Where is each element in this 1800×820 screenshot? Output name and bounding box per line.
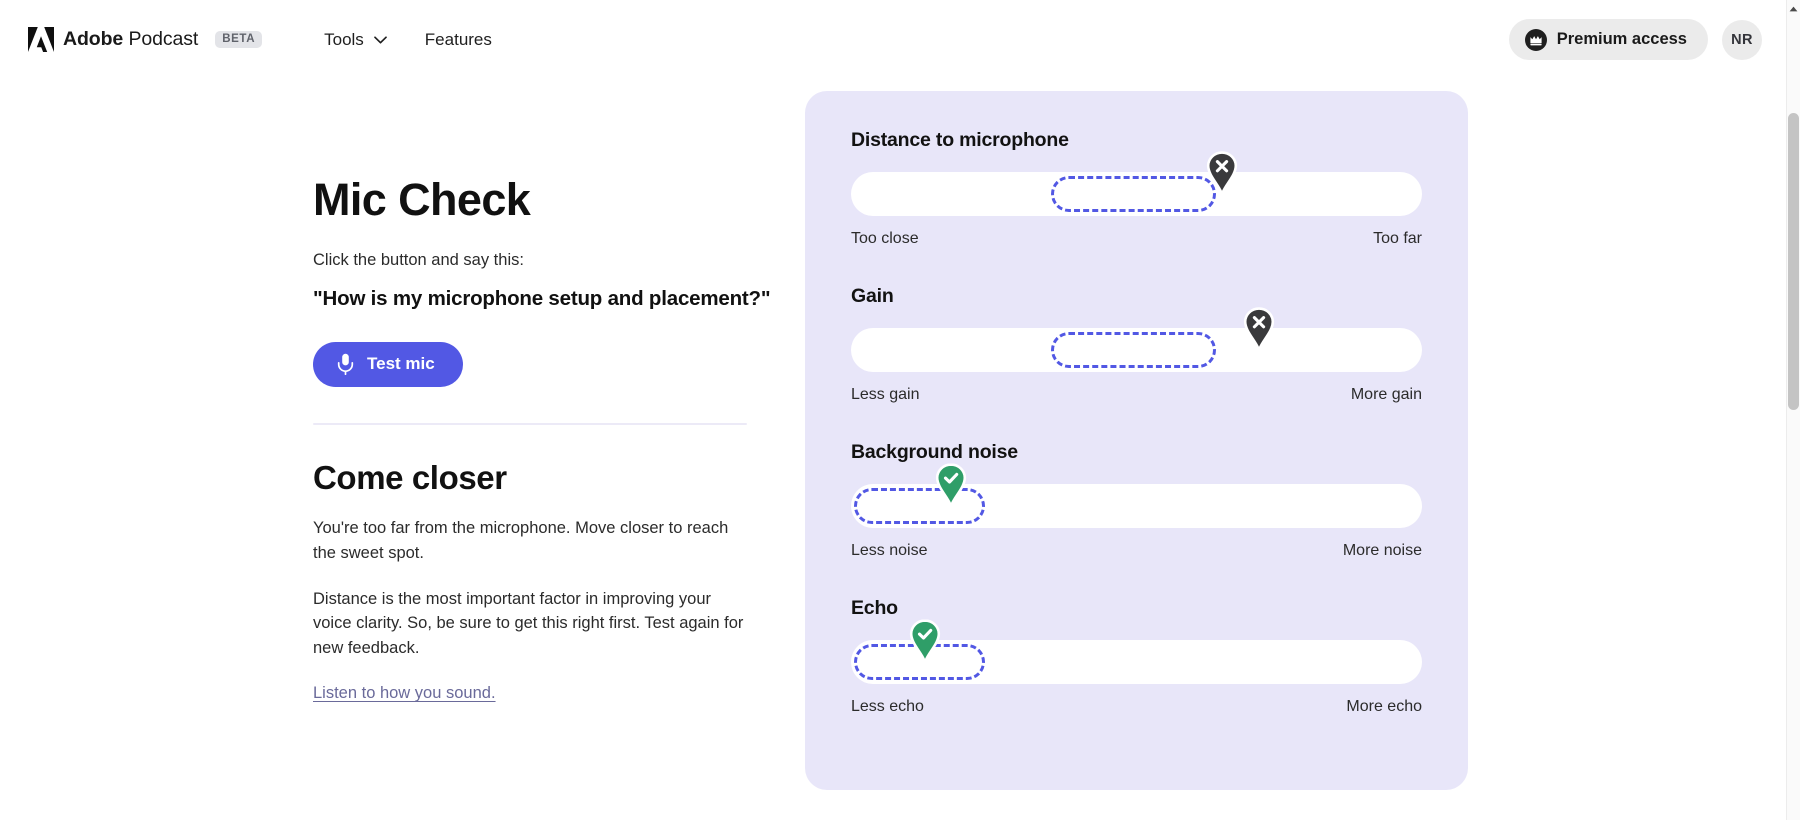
nav-item-tools-label: Tools (324, 29, 364, 49)
result-paragraph-primary: You're too far from the microphone. Move… (313, 519, 729, 562)
meter-legend: Less echo More echo (851, 698, 1422, 716)
scrollbar-thumb[interactable] (1788, 113, 1799, 410)
nav-item-features-label: Features (424, 29, 492, 49)
close-x-icon (1207, 151, 1238, 194)
meter-title: Gain (851, 285, 894, 307)
brand-name: Adobe Podcast (63, 28, 198, 51)
meter-distance-to-microphone: Distance to microphone Too close Too far (851, 129, 1422, 248)
meter-right-label: More noise (1342, 542, 1422, 559)
meter-left-label: Too close (851, 230, 919, 247)
meter-pin-fail[interactable] (1242, 307, 1276, 350)
test-mic-label: Test mic (367, 354, 435, 374)
meter-title: Echo (851, 597, 898, 619)
avatar-initials: NR (1731, 31, 1753, 48)
top-navigation-bar: Adobe Podcast BETA Tools Features Premiu… (0, 0, 1786, 79)
main-nav: Tools Features (310, 22, 506, 58)
meter-track-wrap (851, 307, 1422, 372)
page-body: Mic Check Click the button and say this:… (0, 79, 1786, 820)
instruction-text: Click the button and say this: (313, 251, 524, 270)
microphone-icon (337, 354, 354, 376)
measurements-panel: Distance to microphone Too close Too far… (805, 91, 1468, 790)
page-scrollbar[interactable] (1786, 0, 1800, 820)
listen-to-recording-link[interactable]: Listen to how you sound. (313, 684, 496, 703)
premium-access-label: Premium access (1556, 30, 1687, 48)
brand-name-light: Podcast (123, 28, 199, 50)
meter-track-wrap (851, 151, 1422, 216)
premium-access-button[interactable]: Premium access (1508, 19, 1708, 60)
close-x-icon (1244, 307, 1275, 350)
page-title: Mic Check (313, 174, 531, 225)
mic-check-panel: Mic Check Click the button and say this:… (313, 174, 771, 703)
nav-item-features[interactable]: Features (411, 22, 506, 58)
meter-pin-fail[interactable] (1205, 151, 1239, 194)
meter-track-wrap (851, 619, 1422, 684)
check-icon (935, 463, 967, 506)
meter-pin-pass[interactable] (908, 619, 942, 662)
beta-badge: BETA (215, 31, 263, 48)
user-avatar[interactable]: NR (1722, 19, 1762, 60)
meter-legend: Less gain More gain (851, 386, 1422, 404)
meter-left-label: Less gain (851, 386, 920, 403)
prompt-phrase: "How is my microphone setup and placemen… (313, 287, 771, 311)
meter-pin-pass[interactable] (934, 463, 968, 506)
meter-legend: Too close Too far (851, 230, 1422, 248)
meter-legend: Less noise More noise (851, 542, 1422, 560)
meter-echo: Echo Less echo More echo (851, 597, 1422, 716)
meter-gain: Gain Less gain More gain (851, 285, 1422, 404)
top-bar-actions: Premium access NR (1508, 19, 1762, 60)
meter-right-label: More echo (1346, 698, 1422, 715)
check-icon (910, 619, 941, 662)
section-divider (313, 422, 747, 425)
brand-name-bold: Adobe (63, 28, 124, 50)
meter-right-label: Too far (1373, 230, 1422, 247)
meter-left-label: Less echo (851, 698, 924, 715)
chevron-down-icon (373, 35, 387, 44)
meter-track-wrap (851, 463, 1422, 528)
nav-item-tools[interactable]: Tools (310, 22, 401, 58)
meter-title: Background noise (851, 441, 1018, 463)
meter-track[interactable] (851, 172, 1422, 216)
meter-right-label: More gain (1350, 386, 1422, 403)
adobe-logo-icon (28, 27, 54, 52)
result-paragraph-secondary: Distance is the most important factor in… (313, 589, 744, 657)
test-mic-button[interactable]: Test mic (313, 341, 463, 387)
meter-title: Distance to microphone (851, 129, 1069, 151)
scroll-up-arrow-icon[interactable] (1787, 0, 1800, 18)
crown-badge-icon (1524, 28, 1547, 51)
meter-background-noise: Background noise Less noise More noise (851, 441, 1422, 560)
meter-track[interactable] (851, 328, 1422, 372)
result-title: Come closer (313, 458, 507, 496)
meter-left-label: Less noise (851, 542, 928, 559)
brand-home-link[interactable]: Adobe Podcast BETA (28, 27, 263, 52)
